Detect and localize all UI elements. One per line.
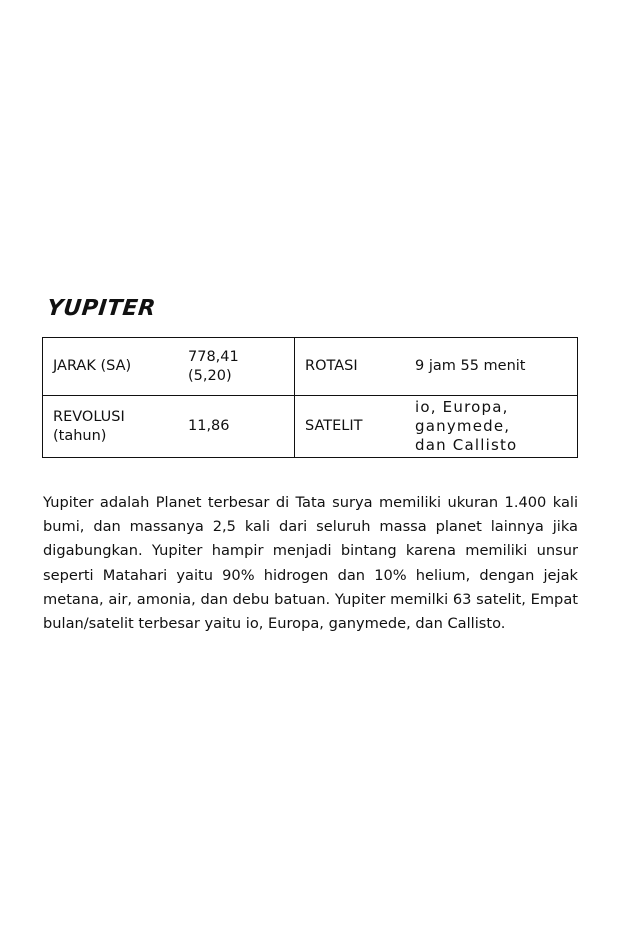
jarak-label: JARAK (SA) [53,358,132,374]
jarak-value: 778,41 (5,20) [188,348,239,386]
rotasi-value: 9 jam 55 menit [415,358,526,374]
planet-info-table: JARAK (SA) 778,41 (5,20) ROTASI 9 jam 55… [42,337,578,458]
table-cell-left: REVOLUSI (tahun) 11,86 [42,395,295,458]
table-cell-right: SATELIT io, Europa, ganymede, dan Callis… [294,395,578,458]
table-row: REVOLUSI (tahun) 11,86 SATELIT io, Europ… [42,395,578,458]
rotasi-label: ROTASI [305,358,358,374]
table-cell-right: ROTASI 9 jam 55 menit [294,337,578,396]
revolusi-label: REVOLUSI (tahun) [43,408,188,446]
satelit-label: SATELIT [305,418,363,434]
satelit-value-line3: dan Callisto [415,436,518,454]
description-paragraph: Yupiter adalah Planet terbesar di Tata s… [43,494,578,633]
jarak-value-line1: 778,41 [188,348,239,365]
table-row: JARAK (SA) 778,41 (5,20) ROTASI 9 jam 55… [42,337,578,396]
satelit-value-line2: ganymede, [415,417,511,435]
satelit-value-line1: io, Europa, [415,398,509,416]
revolusi-label-line2: (tahun) [53,427,107,444]
revolusi-label-line1: REVOLUSI [53,408,125,425]
revolusi-value: 11,86 [188,418,230,434]
table-cell-left: JARAK (SA) 778,41 (5,20) [42,337,295,396]
jarak-value-line2: (5,20) [188,367,232,384]
satelit-value: io, Europa, ganymede, dan Callisto [415,398,517,455]
page-title: YUPITER [45,296,157,321]
